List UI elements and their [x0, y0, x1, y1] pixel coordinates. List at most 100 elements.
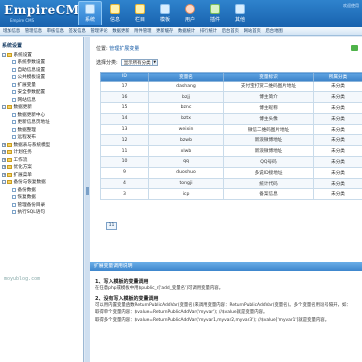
- variable-table: ID 变量名 变量标识 所属分类 17 dashang 支付宝打赏二维码图片地址 未分…: [100, 72, 362, 201]
- page-number[interactable]: 11: [106, 222, 117, 230]
- nav-plugin[interactable]: 插件: [203, 1, 227, 25]
- column-header-label[interactable]: 变量标识: [223, 72, 314, 82]
- table-cell: icp: [148, 188, 224, 201]
- document-icon: [12, 67, 16, 72]
- breadcrumb-link[interactable]: 管理扩展变量: [109, 46, 139, 52]
- sidebar-item[interactable]: - 系统设置: [0, 51, 84, 59]
- folder-icon: [7, 52, 12, 57]
- sidebar-item[interactable]: - 备份与恢复数据: [0, 179, 84, 187]
- nav-user[interactable]: 用户: [178, 1, 202, 25]
- add-button[interactable]: [351, 45, 358, 51]
- table-cell: duoshuo: [148, 166, 224, 179]
- shortcut-link[interactable]: 网站首页: [244, 28, 261, 34]
- column-header-id[interactable]: ID: [100, 72, 149, 82]
- folder-icon: [135, 4, 145, 14]
- sidebar-item[interactable]: 数据更新中心: [0, 111, 84, 119]
- column-header-name[interactable]: 变量名: [148, 72, 224, 82]
- sidebar-item[interactable]: - 数据更新: [0, 104, 84, 112]
- table-row[interactable]: 12 bzwb 新浪微博地址 未分类: [100, 134, 362, 147]
- shortcut-link[interactable]: 审核信息: [47, 28, 64, 34]
- table-row[interactable]: 10 qq QQ号码 未分类: [100, 156, 362, 168]
- collapse-icon[interactable]: -: [2, 52, 6, 57]
- shortcut-link[interactable]: 数据更新: [112, 28, 129, 34]
- help-text: 在任意php或模板中用$public_r['add_变量名']可调用变量内容。: [95, 286, 224, 291]
- shortcut-link[interactable]: 管理信息: [25, 28, 42, 34]
- collapse-handle-icon[interactable]: [86, 187, 89, 195]
- sidebar-item[interactable]: + 优化方案: [0, 164, 84, 172]
- sidebar-item[interactable]: 备份数据: [0, 186, 84, 194]
- help-text: 取得多个变量内容：$value=ReturnPublicAddVar('myva…: [95, 317, 330, 323]
- table-cell: 12: [100, 134, 149, 147]
- table-cell: weixin: [148, 123, 224, 136]
- document-icon: [12, 135, 16, 140]
- sidebar-item[interactable]: 执行SQL语句: [0, 209, 84, 217]
- sidebar-item[interactable]: 公共模板设置: [0, 74, 84, 82]
- sidebar-item-label: 优化方案: [13, 165, 32, 171]
- sidebar-item[interactable]: 自助信息设置: [0, 66, 84, 74]
- sidebar-item-label: 安全参数配置: [17, 90, 46, 96]
- collapse-icon[interactable]: -: [2, 180, 6, 185]
- sidebar-item[interactable]: 恢复数据: [0, 194, 84, 202]
- nav-other[interactable]: 其他: [228, 1, 252, 25]
- sidebar-item[interactable]: 网站信息: [0, 96, 84, 104]
- shortcut-link[interactable]: 更新缓存: [156, 28, 173, 34]
- table-row[interactable]: 16 bzjj 博主简介 未分类: [100, 91, 362, 104]
- table-row[interactable]: 13 weixin 微信二维码图片地址 未分类: [100, 123, 362, 136]
- template-icon: [160, 4, 170, 14]
- expand-icon[interactable]: +: [2, 142, 6, 147]
- shortcut-link[interactable]: 数据统计: [178, 28, 195, 34]
- category-select[interactable]: 显示所有分类 ▼: [120, 59, 158, 66]
- table-cell: 博主昵称: [223, 102, 314, 114]
- table-cell: 未分类: [313, 156, 362, 168]
- shortcut-link[interactable]: 后台地图: [266, 28, 283, 34]
- watermark-text: moyublog.com: [4, 276, 41, 282]
- expand-icon[interactable]: +: [2, 150, 6, 155]
- sidebar-item-label: 执行SQL语句: [17, 210, 45, 216]
- sidebar-item[interactable]: + 扩展菜单: [0, 171, 84, 179]
- nav-system[interactable]: 系统: [78, 1, 102, 25]
- document-icon: [12, 82, 16, 87]
- table-row[interactable]: 14 bztx 博主头像 未分类: [100, 112, 362, 125]
- nav-column[interactable]: 栏目: [128, 1, 152, 25]
- sidebar-item[interactable]: + 数据表与系统模型: [0, 141, 84, 149]
- expand-icon[interactable]: +: [2, 172, 6, 177]
- sidebar-title: 系统设置: [2, 43, 23, 49]
- help-panel: 扩展变量调用说明 1、写入模板的变量调用 在任意php或模板中用$public_…: [90, 262, 362, 362]
- table-row[interactable]: 9 duoshuo 多说ID接地址 未分类: [100, 166, 362, 179]
- sidebar-item-label: 系统设置: [13, 52, 32, 58]
- folder-icon: [7, 172, 12, 177]
- table-row[interactable]: 4 tongji 统计代码 未分类: [100, 177, 362, 190]
- table-row[interactable]: 11 xlwb 新浪微博地址 未分类: [100, 145, 362, 158]
- table-cell: tongji: [148, 177, 224, 190]
- shortcut-link[interactable]: 后台首页: [222, 28, 239, 34]
- expand-icon[interactable]: +: [2, 157, 6, 162]
- shortcut-link[interactable]: 签发信息: [69, 28, 86, 34]
- shortcut-link[interactable]: 排行统计: [200, 28, 217, 34]
- sidebar-item[interactable]: + 工作流: [0, 156, 84, 164]
- sidebar-item[interactable]: 扩展变量: [0, 81, 84, 89]
- shortcut-link[interactable]: 管理评论: [91, 28, 108, 34]
- expand-icon[interactable]: +: [2, 165, 6, 170]
- app-logo-subtitle: Empire CMS: [10, 18, 35, 23]
- nav-info[interactable]: 信息: [103, 1, 127, 25]
- shortcut-link[interactable]: 附件管理: [134, 28, 151, 34]
- table-row[interactable]: 17 dashang 支付宝打赏二维码图片地址 未分类: [100, 80, 362, 93]
- column-header-category[interactable]: 所属分类: [313, 72, 362, 82]
- sidebar-item[interactable]: 管理备份目录: [0, 201, 84, 209]
- folder-icon: [7, 157, 12, 162]
- table-row[interactable]: 15 bznc 博主昵称 未分类: [100, 102, 362, 114]
- sidebar-item[interactable]: 安全参数配置: [0, 89, 84, 97]
- sidebar-item[interactable]: 更新信息页地址: [0, 119, 84, 127]
- shortcut-link[interactable]: 增加信息: [3, 28, 20, 34]
- sidebar-item-label: 扩展变量: [17, 82, 36, 88]
- plugin-icon: [210, 4, 220, 14]
- collapse-icon[interactable]: -: [2, 105, 6, 110]
- sidebar-item[interactable]: 数据整理: [0, 126, 84, 134]
- table-row[interactable]: 3 icp 备案信息 未分类: [100, 188, 362, 201]
- nav-template[interactable]: 模板: [153, 1, 177, 25]
- sidebar-item[interactable]: + 计划任务: [0, 149, 84, 157]
- sidebar-item[interactable]: 远程发布: [0, 134, 84, 142]
- table-cell: 新浪微博地址: [223, 145, 314, 158]
- sidebar-item[interactable]: 系统参数设置: [0, 59, 84, 67]
- table-cell: 未分类: [313, 188, 362, 201]
